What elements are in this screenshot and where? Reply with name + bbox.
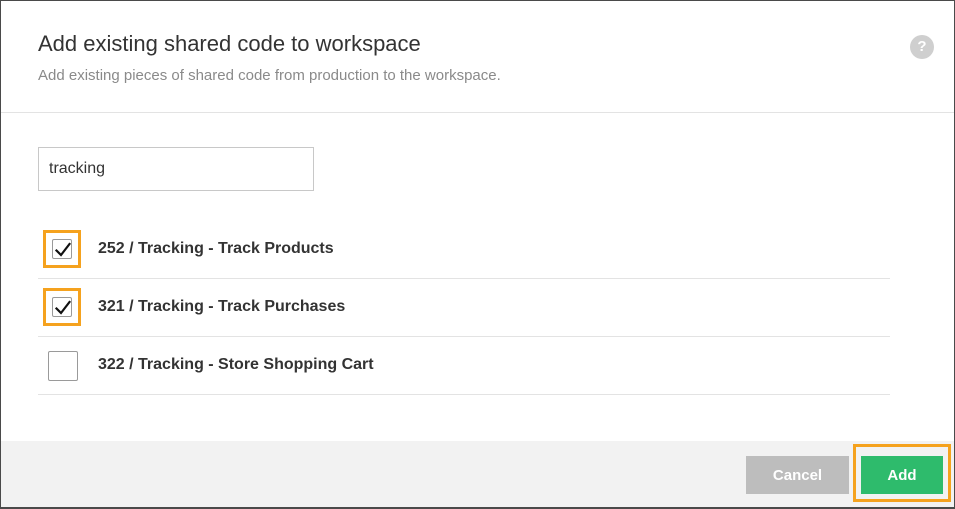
checkbox[interactable] <box>48 351 78 381</box>
cancel-button[interactable]: Cancel <box>746 456 849 494</box>
add-shared-code-dialog: Add existing shared code to workspace Ad… <box>0 0 955 509</box>
list-item-label: 321 / Tracking - Track Purchases <box>98 298 346 315</box>
checkmark-icon <box>54 300 72 315</box>
checkbox[interactable] <box>52 239 72 259</box>
shared-code-list: 252 / Tracking - Track Products 321 / Tr… <box>38 221 890 395</box>
list-item-label: 322 / Tracking - Store Shopping Cart <box>98 356 374 373</box>
dialog-subtitle: Add existing pieces of shared code from … <box>38 67 501 84</box>
list-item[interactable]: 322 / Tracking - Store Shopping Cart <box>38 337 890 395</box>
list-item[interactable]: 321 / Tracking - Track Purchases <box>38 279 890 337</box>
dialog-footer: Cancel Add <box>1 441 954 507</box>
add-button[interactable]: Add <box>861 456 943 494</box>
checkbox[interactable] <box>52 297 72 317</box>
checkbox-highlight <box>43 230 81 268</box>
checkbox-wrap <box>43 346 81 384</box>
checkmark-icon <box>54 242 72 257</box>
checkbox-highlight <box>43 288 81 326</box>
dialog-header: Add existing shared code to workspace Ad… <box>1 1 954 113</box>
list-item-label: 252 / Tracking - Track Products <box>98 240 334 257</box>
search-input[interactable] <box>38 147 314 191</box>
help-icon[interactable]: ? <box>910 35 934 59</box>
list-item[interactable]: 252 / Tracking - Track Products <box>38 221 890 279</box>
dialog-title: Add existing shared code to workspace <box>38 31 421 56</box>
